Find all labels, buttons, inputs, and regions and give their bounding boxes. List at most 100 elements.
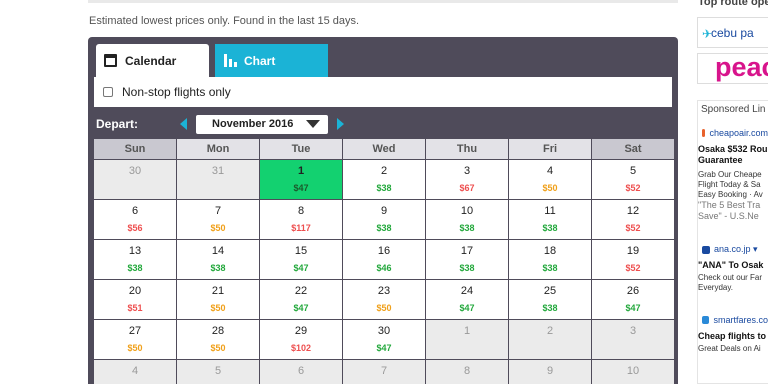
day-number: 23 bbox=[377, 285, 391, 297]
calendar-day[interactable]: 2 $38 bbox=[343, 160, 425, 199]
calendar-day[interactable]: 23 $50 bbox=[343, 280, 425, 319]
day-number: 14 bbox=[211, 245, 225, 257]
day-number: 29 bbox=[294, 325, 308, 337]
month-select-value: November 2016 bbox=[212, 118, 294, 130]
weekday-header: Thu bbox=[426, 139, 508, 159]
day-price: $38 bbox=[210, 263, 226, 273]
calendar-day[interactable]: 8 $117 bbox=[260, 200, 342, 239]
day-price: $50 bbox=[210, 303, 226, 313]
day-price: $47 bbox=[293, 303, 309, 313]
price-note: Estimated lowest prices only. Found in t… bbox=[89, 15, 360, 27]
day-number: 5 bbox=[214, 365, 222, 377]
calendar-day[interactable]: 10 $38 bbox=[426, 200, 508, 239]
calendar-day: 5 bbox=[177, 360, 259, 384]
flight-price-page: Estimated lowest prices only. Found in t… bbox=[0, 0, 768, 384]
weekday-header: Sun bbox=[94, 139, 176, 159]
calendar-day[interactable]: 27 $50 bbox=[94, 320, 176, 359]
calendar-day-selected[interactable]: 1 $47 bbox=[260, 160, 342, 199]
peach-logo[interactable]: peac bbox=[697, 53, 768, 84]
calendar-day[interactable]: 4 $50 bbox=[509, 160, 591, 199]
calendar-day[interactable]: 21 $50 bbox=[177, 280, 259, 319]
calendar-day: 6 bbox=[260, 360, 342, 384]
calendar-day[interactable]: 29 $102 bbox=[260, 320, 342, 359]
day-price: $47 bbox=[293, 183, 309, 193]
ad-item[interactable]: cheapoair.com Osaka $532 Rou Guarantee G… bbox=[698, 128, 768, 222]
calendar-day[interactable]: 6 $56 bbox=[94, 200, 176, 239]
day-number: 1 bbox=[297, 165, 305, 177]
day-price: $38 bbox=[542, 303, 558, 313]
day-price: $38 bbox=[542, 223, 558, 233]
cebu-pacific-logo[interactable]: ✈ cebu pa bbox=[697, 17, 768, 48]
day-number: 8 bbox=[297, 205, 305, 217]
calendar-day[interactable]: 18 $38 bbox=[509, 240, 591, 279]
day-number: 8 bbox=[463, 365, 471, 377]
next-month-arrow-icon[interactable] bbox=[337, 118, 344, 130]
day-price: $51 bbox=[127, 303, 143, 313]
day-number: 30 bbox=[377, 325, 391, 337]
ad-item[interactable]: ana.co.jp ▾ "ANA" To Osak Check out our … bbox=[698, 244, 768, 293]
calendar-day[interactable]: 25 $38 bbox=[509, 280, 591, 319]
calendar-day: 4 bbox=[94, 360, 176, 384]
calendar-icon bbox=[104, 54, 117, 67]
day-price: $56 bbox=[127, 223, 143, 233]
tab-chart[interactable]: Chart bbox=[215, 44, 328, 77]
calendar-day[interactable]: 24 $47 bbox=[426, 280, 508, 319]
ad-item[interactable]: smartfares.co Cheap flights to Great Dea… bbox=[698, 315, 768, 354]
day-number: 1 bbox=[463, 325, 471, 337]
nonstop-label[interactable]: Non-stop flights only bbox=[122, 85, 231, 99]
weekday-header: Tue bbox=[260, 139, 342, 159]
day-number: 7 bbox=[214, 205, 222, 217]
day-number: 20 bbox=[128, 285, 142, 297]
tab-calendar[interactable]: Calendar bbox=[96, 44, 209, 77]
cheapoair-icon bbox=[702, 129, 706, 137]
day-price: $117 bbox=[291, 223, 311, 233]
price-calendar-widget: Calendar Chart Non-stop flights only Dep… bbox=[88, 37, 678, 384]
day-price: $50 bbox=[127, 343, 143, 353]
day-number: 5 bbox=[629, 165, 637, 177]
calendar-day[interactable]: 12 $52 bbox=[592, 200, 674, 239]
calendar-day[interactable]: 20 $51 bbox=[94, 280, 176, 319]
calendar-day: 3 bbox=[592, 320, 674, 359]
nonstop-filter: Non-stop flights only bbox=[94, 77, 672, 107]
weekday-header: Sat bbox=[592, 139, 674, 159]
calendar-day[interactable]: 19 $52 bbox=[592, 240, 674, 279]
previous-month-arrow-icon[interactable] bbox=[180, 118, 187, 130]
calendar-day[interactable]: 13 $38 bbox=[94, 240, 176, 279]
calendar-day[interactable]: 22 $47 bbox=[260, 280, 342, 319]
day-number: 2 bbox=[380, 165, 388, 177]
calendar-day[interactable]: 5 $52 bbox=[592, 160, 674, 199]
calendar-day: 2 bbox=[509, 320, 591, 359]
calendar-day[interactable]: 3 $67 bbox=[426, 160, 508, 199]
calendar-day[interactable]: 28 $50 bbox=[177, 320, 259, 359]
day-number: 22 bbox=[294, 285, 308, 297]
day-number: 11 bbox=[544, 205, 556, 217]
calendar-day[interactable]: 7 $50 bbox=[177, 200, 259, 239]
month-select[interactable]: November 2016 bbox=[196, 114, 328, 134]
day-number: 13 bbox=[128, 245, 142, 257]
day-price: $50 bbox=[542, 183, 558, 193]
calendar-day[interactable]: 30 $47 bbox=[343, 320, 425, 359]
calendar-day[interactable]: 26 $47 bbox=[592, 280, 674, 319]
calendar-day[interactable]: 9 $38 bbox=[343, 200, 425, 239]
day-number: 3 bbox=[463, 165, 471, 177]
day-number: 17 bbox=[460, 245, 474, 257]
day-price: $47 bbox=[376, 343, 392, 353]
calendar-day[interactable]: 17 $38 bbox=[426, 240, 508, 279]
sponsored-heading: Sponsored Lin bbox=[701, 104, 766, 115]
day-number: 26 bbox=[626, 285, 640, 297]
day-price: $67 bbox=[459, 183, 475, 193]
day-number: 24 bbox=[460, 285, 474, 297]
weekday-header: Mon bbox=[177, 139, 259, 159]
calendar-day[interactable]: 14 $38 bbox=[177, 240, 259, 279]
day-number: 2 bbox=[546, 325, 554, 337]
calendar-day[interactable]: 15 $47 bbox=[260, 240, 342, 279]
day-number: 3 bbox=[629, 325, 637, 337]
nonstop-checkbox[interactable] bbox=[103, 87, 113, 97]
sponsored-links: Sponsored Lin cheapoair.com Osaka $532 R… bbox=[697, 100, 768, 384]
day-number: 27 bbox=[128, 325, 142, 337]
day-number: 6 bbox=[297, 365, 305, 377]
calendar-day[interactable]: 11 $38 bbox=[509, 200, 591, 239]
day-price: $38 bbox=[376, 223, 392, 233]
calendar-day[interactable]: 16 $46 bbox=[343, 240, 425, 279]
day-price: $46 bbox=[376, 263, 392, 273]
